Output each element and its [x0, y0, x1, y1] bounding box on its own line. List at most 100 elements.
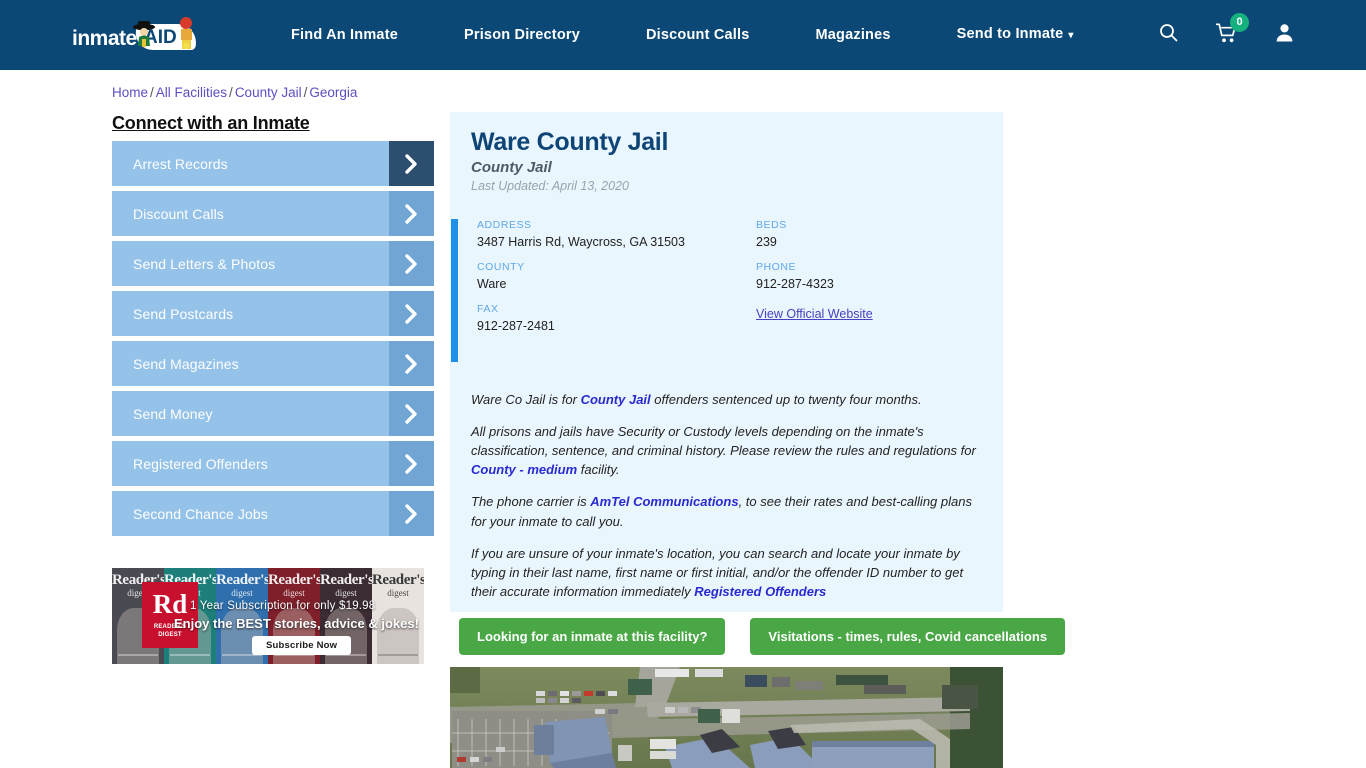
ad-cover-masthead: Reader's — [216, 572, 268, 588]
header-icon-group: 0 — [1159, 0, 1294, 70]
para1-text-b: offenders sentenced up to twenty four mo… — [650, 392, 922, 407]
chevron-right-icon — [389, 441, 434, 486]
sidebar-item-arrest-records[interactable]: Arrest Records — [112, 141, 434, 186]
sidebar-item-label: Discount Calls — [133, 205, 224, 222]
page-title: Ware County Jail — [471, 128, 669, 156]
ad-cover-sub: digest — [231, 588, 253, 598]
ad-cover-rule — [378, 654, 418, 656]
looking-for-inmate-button[interactable]: Looking for an inmate at this facility? — [459, 618, 726, 655]
ad-cover-masthead: Reader's — [268, 572, 320, 588]
sidebar-item-label: Send Postcards — [133, 305, 234, 322]
para1-text-a: Ware Co Jail is for — [471, 392, 581, 407]
breadcrumb-item-home[interactable]: Home — [112, 85, 148, 100]
sidebar-item-discount-calls[interactable]: Discount Calls — [112, 191, 434, 236]
breadcrumb-item-georgia[interactable]: Georgia — [309, 85, 357, 100]
detail-label: ADDRESS — [477, 219, 532, 231]
breadcrumb-item-all-facilities[interactable]: All Facilities — [156, 85, 227, 100]
ad-cover-rule — [170, 654, 210, 656]
chevron-right-icon — [389, 491, 434, 536]
nav-send-to-inmate[interactable]: Send to Inmate ▾ — [924, 0, 1107, 71]
logo-person-icon — [133, 21, 155, 47]
site-logo[interactable]: inmate AID — [72, 17, 199, 58]
sidebar-item-label: Send Letters & Photos — [133, 255, 276, 272]
sidebar-item-label: Registered Offenders — [133, 455, 268, 472]
site-header: inmate AID Find An Inmate Prison Directo… — [0, 0, 1366, 70]
facility-aerial-image — [450, 667, 1003, 768]
para2-text-b: facility. — [577, 462, 620, 478]
sidebar-item-second-chance-jobs[interactable]: Second Chance Jobs — [112, 491, 434, 536]
sidebar-item-send-magazines[interactable]: Send Magazines — [112, 341, 434, 386]
link-county-medium[interactable]: County - medium — [471, 462, 577, 477]
ad-cover-sub: digest — [387, 588, 409, 598]
sidebar-title: Connect with an Inmate — [112, 113, 310, 133]
sidebar-item-send-money[interactable]: Send Money — [112, 391, 434, 436]
ad-cover-masthead: Reader's — [320, 572, 372, 588]
readers-digest-logo: Rd READER'S DIGEST — [142, 582, 198, 648]
user-icon[interactable] — [1275, 23, 1294, 47]
chevron-right-icon — [389, 241, 434, 286]
detail-address: ADDRESS 3487 Harris Rd, Waycross, GA 315… — [477, 219, 756, 249]
nav-magazines[interactable]: Magazines — [783, 0, 924, 70]
nav-prison-directory[interactable]: Prison Directory — [431, 0, 613, 70]
detail-label: COUNTY — [477, 261, 525, 273]
detail-phone: PHONE 912-287-4323 — [756, 261, 977, 291]
breadcrumb-item-county-jail[interactable]: County Jail — [235, 85, 302, 100]
chevron-right-icon — [389, 191, 434, 236]
link-registered-offenders[interactable]: Registered Offenders — [694, 584, 826, 599]
sidebar-item-send-postcards[interactable]: Send Postcards — [112, 291, 434, 336]
detail-label: BEDS — [756, 219, 787, 231]
logo-child-icon — [180, 17, 192, 49]
ad-headline-2: Enjoy the BEST stories, advice & jokes! — [174, 616, 419, 631]
para3-text-a: The phone carrier is — [471, 494, 591, 510]
chevron-right-icon — [389, 341, 434, 386]
detail-beds: BEDS 239 — [756, 219, 977, 249]
paragraph-3: The phone carrier is AmTel Communication… — [471, 492, 986, 530]
nav-label: Send to Inmate — [956, 26, 1064, 42]
nav-label: Find An Inmate — [291, 27, 398, 43]
nav-find-an-inmate[interactable]: Find An Inmate — [258, 0, 431, 70]
nav-discount-calls[interactable]: Discount Calls — [613, 0, 783, 70]
sidebar-item-label: Send Magazines — [133, 355, 239, 372]
ad-cover-rule — [118, 654, 158, 656]
facility-details-block: ADDRESS 3487 Harris Rd, Waycross, GA 315… — [450, 219, 1003, 362]
sidebar-item-registered-offenders[interactable]: Registered Offenders — [112, 441, 434, 486]
search-icon[interactable] — [1159, 23, 1178, 47]
chevron-right-icon — [389, 141, 434, 186]
facility-type: County Jail — [471, 159, 552, 176]
ad-headline-1: 1 Year Subscription for only $19.98 — [190, 600, 376, 612]
breadcrumb-separator: / — [150, 85, 154, 100]
view-official-website-link[interactable]: View Official Website — [756, 307, 873, 321]
sidebar-item-label: Arrest Records — [133, 155, 228, 172]
sidebar-item-label: Send Money — [133, 405, 213, 422]
paragraph-1: Ware Co Jail is for County Jail offender… — [471, 390, 986, 409]
detail-value: Ware — [477, 277, 507, 291]
link-county-jail[interactable]: County Jail — [581, 392, 651, 407]
ad-cover-sub: digest — [283, 588, 305, 598]
nav-label: Magazines — [815, 27, 891, 43]
subscribe-now-button[interactable]: Subscribe Now — [252, 636, 352, 655]
detail-value: 3487 Harris Rd, Waycross, GA 31503 — [477, 235, 685, 249]
detail-value: 239 — [756, 235, 777, 249]
cart-icon[interactable]: 0 — [1216, 12, 1249, 48]
detail-official-website: View Official Website — [756, 303, 977, 333]
accent-rail — [451, 219, 458, 362]
detail-label: FAX — [477, 303, 499, 315]
sidebar-menu: Arrest Records Discount Calls Send Lette… — [112, 141, 434, 541]
chevron-right-icon — [389, 391, 434, 436]
cta-button-row: Looking for an inmate at this facility? … — [459, 618, 1066, 655]
facility-info-panel: Ware County Jail County Jail Last Update… — [450, 112, 1003, 612]
sidebar-item-send-letters-photos[interactable]: Send Letters & Photos — [112, 241, 434, 286]
readers-digest-ad-banner[interactable]: Reader's digest Reader's digest Reader's… — [112, 568, 424, 664]
cart-count-badge: 0 — [1230, 12, 1249, 32]
detail-label: PHONE — [756, 261, 797, 273]
detail-fax: FAX 912-287-2481 — [477, 303, 756, 333]
para2-text-a: All prisons and jails have Security or C… — [471, 424, 976, 459]
visitations-button[interactable]: Visitations - times, rules, Covid cancel… — [750, 618, 1066, 655]
breadcrumb: Home / All Facilities / County Jail / Georgia — [112, 85, 357, 100]
facility-details-grid: ADDRESS 3487 Harris Rd, Waycross, GA 315… — [477, 219, 977, 345]
sidebar-item-label: Second Chance Jobs — [133, 505, 268, 522]
link-amtel-communications[interactable]: AmTel Communications — [590, 494, 738, 509]
nav-label: Prison Directory — [463, 27, 580, 43]
breadcrumb-separator: / — [229, 85, 233, 100]
facility-description: Ware Co Jail is for County Jail offender… — [471, 390, 986, 614]
